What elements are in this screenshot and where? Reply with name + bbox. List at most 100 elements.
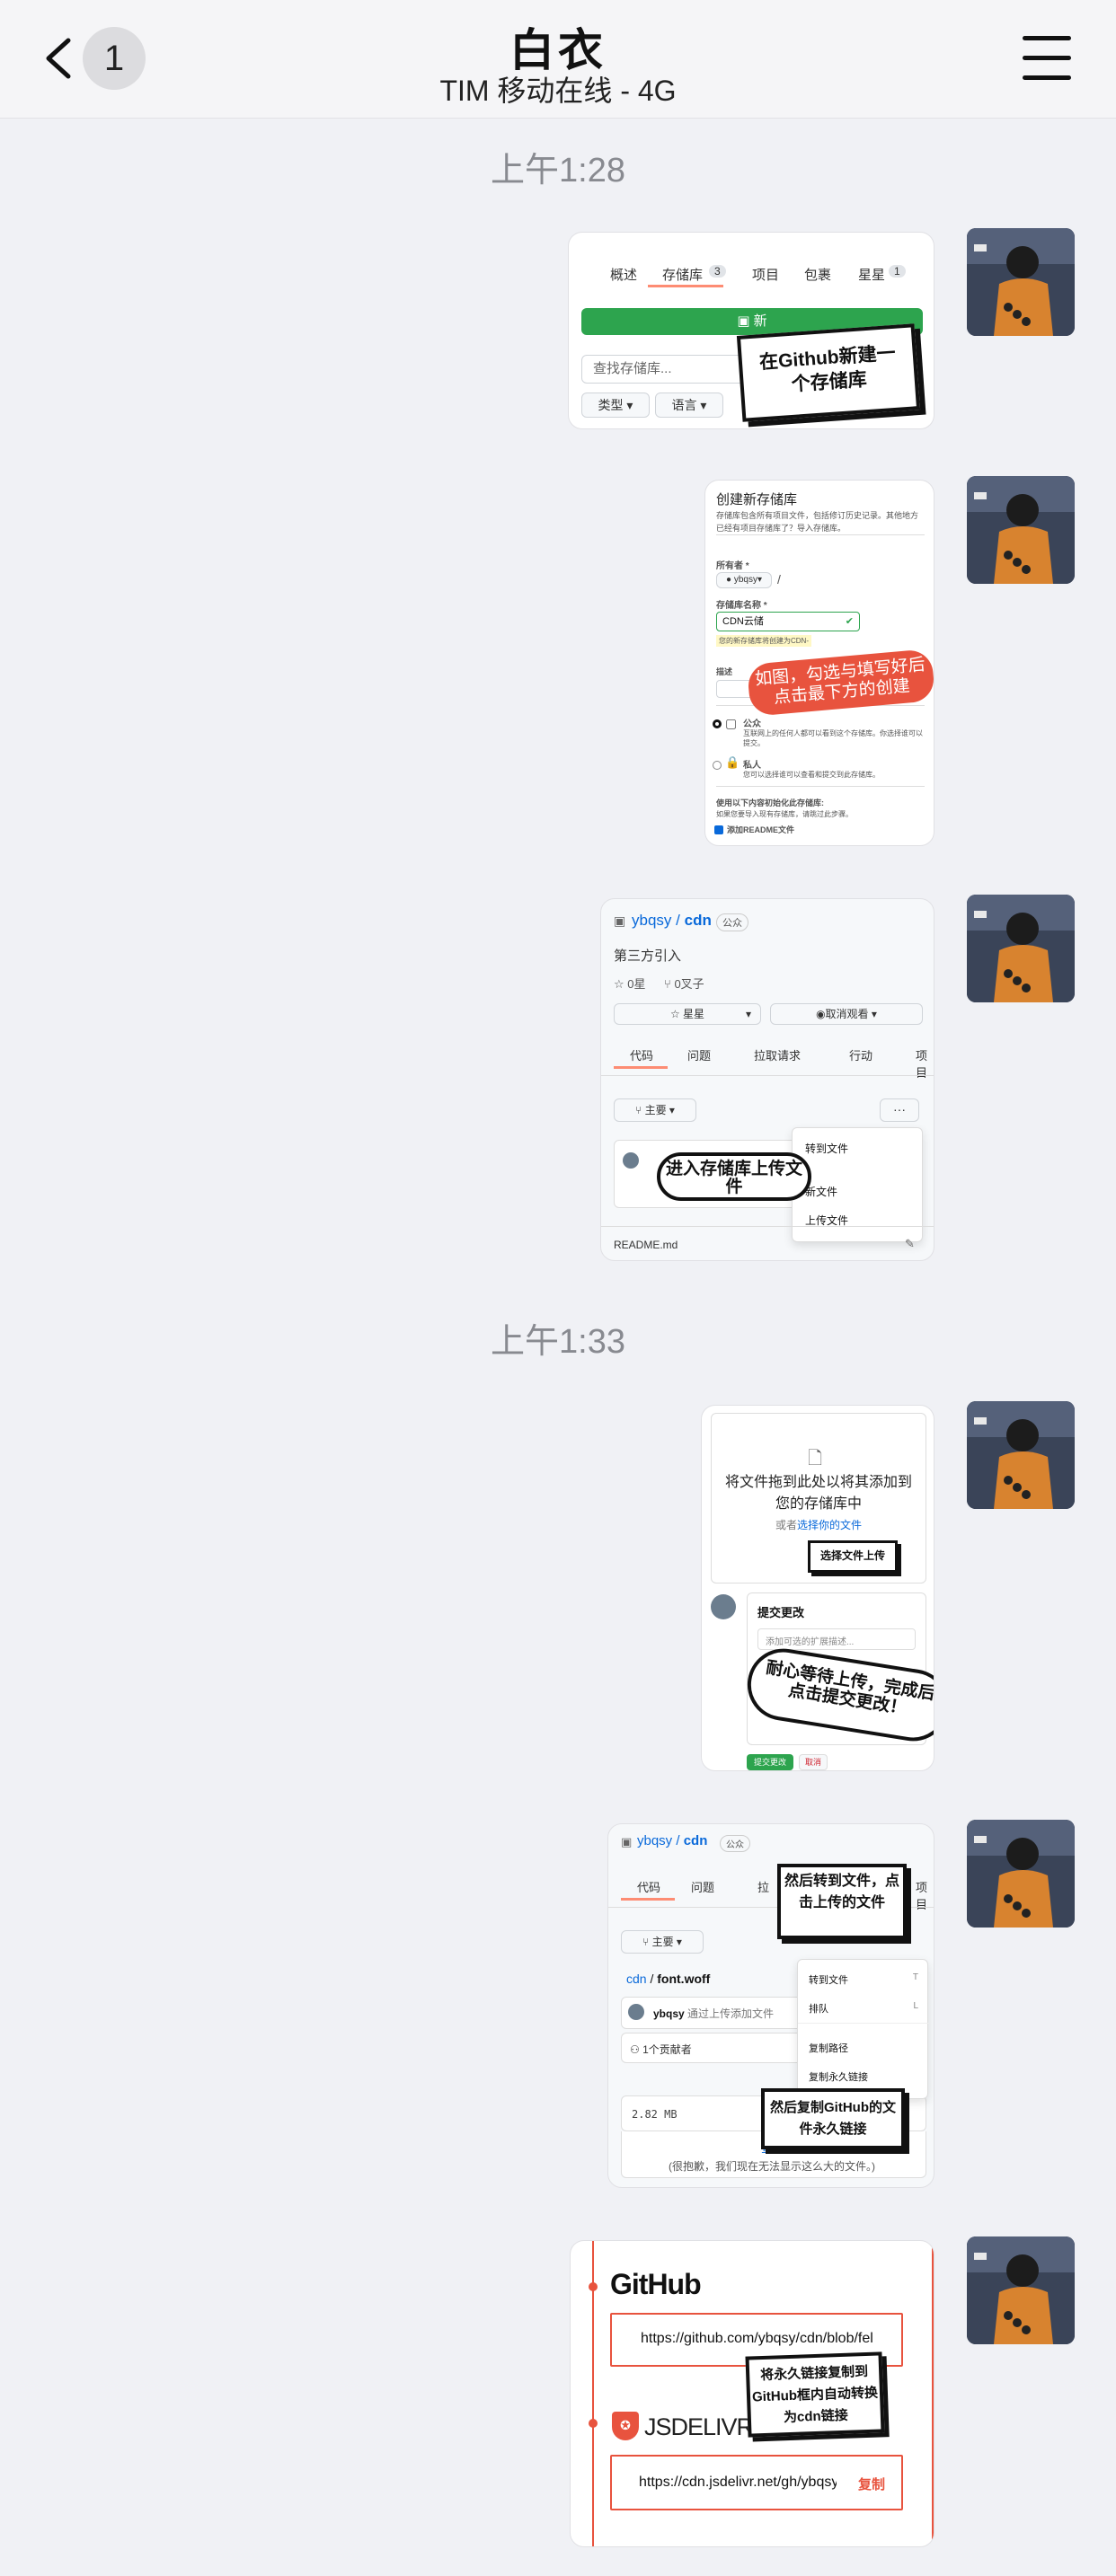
repo-description: 第三方引入 xyxy=(614,948,682,964)
owner-label: 所有者 * xyxy=(716,561,749,571)
fork-icon: ⑂ xyxy=(664,977,671,991)
pencil-icon[interactable]: ✎ xyxy=(905,1237,915,1251)
repo-breadcrumb[interactable]: ybqsy / cdn xyxy=(637,1833,707,1848)
choose-files-line: 或者选择你的文件 xyxy=(725,1517,912,1532)
annotation-label: 进入存储库上传文件 xyxy=(657,1152,811,1201)
readme-filename[interactable]: README.md xyxy=(614,1239,678,1251)
tab-packages[interactable]: 包裹 xyxy=(804,265,831,284)
avatar[interactable] xyxy=(967,228,1075,336)
commit-message: 通过上传添加文件 xyxy=(687,2007,775,2020)
tab-projects[interactable]: 项目 xyxy=(752,265,779,284)
check-icon: ✔ xyxy=(845,616,854,627)
divider xyxy=(798,2023,929,2024)
image-message[interactable]: 创建新存储库 存储库包含所有项目文件，包括修订历史记录。其他地方已经有项目存储库… xyxy=(704,480,934,846)
image-message[interactable]: ▣ ybqsy / cdn 公众 第三方引入 ☆ 0星 ⑂ 0叉子 ☆ 星星 ▾ … xyxy=(600,898,934,1261)
repo-icon: ▣ xyxy=(737,313,754,329)
repo-name[interactable]: cdn xyxy=(685,912,712,929)
choose-files-link[interactable]: 选择你的文件 xyxy=(797,1519,862,1531)
menu-go-to-file[interactable]: 转到文件 xyxy=(805,1141,848,1156)
stars-label: 0星 xyxy=(627,977,646,991)
page-heading: 创建新存储库 xyxy=(716,492,798,507)
avatar[interactable] xyxy=(967,476,1075,584)
visibility-badge: 公众 xyxy=(716,913,748,931)
branch-select[interactable]: ⑂ 主要 ▾ xyxy=(621,1930,704,1954)
branch-select[interactable]: ⑂ 主要 ▾ xyxy=(614,1098,696,1122)
shortcut-key: T xyxy=(912,1972,918,1982)
repo-name[interactable]: cdn xyxy=(684,1833,708,1848)
commit-changes-button[interactable]: 提交更改 xyxy=(747,1754,793,1770)
language-filter[interactable]: 语言 ▾ xyxy=(655,393,723,418)
tab-issues[interactable]: 问题 xyxy=(687,1046,711,1063)
copy-button[interactable]: 复制 xyxy=(858,2475,885,2493)
tab-actions[interactable]: 行动 xyxy=(849,1046,872,1063)
ellipsis-icon[interactable]: ··· xyxy=(880,1098,919,1122)
tab-code[interactable]: 代码 xyxy=(637,1878,660,1895)
drop-text: 将文件拖到此处以将其添加到您的存储库中 xyxy=(725,1475,913,1512)
repo-owner[interactable]: ybqsy xyxy=(637,1833,672,1848)
star-button[interactable]: ☆ 星星 ▾ xyxy=(614,1003,761,1025)
tab-issues[interactable]: 问题 xyxy=(691,1878,714,1895)
avatar[interactable] xyxy=(967,1401,1075,1509)
stars-count[interactable]: ☆ 0星 xyxy=(614,975,646,992)
repo-name-input[interactable]: CDN云储 ✔ xyxy=(716,612,860,631)
divider xyxy=(601,1075,934,1076)
image-message[interactable]: GitHub https://github.com/ybqsy/cdn/blob… xyxy=(570,2240,934,2547)
eye-icon: ◉ xyxy=(816,1008,826,1020)
or-text: 或者 xyxy=(775,1519,797,1531)
image-message[interactable]: 🗋 将文件拖到此处以将其添加到您的存储库中 或者选择你的文件 选择文件上传 提交… xyxy=(701,1405,934,1771)
breadcrumb-file: font.woff xyxy=(657,1972,711,1986)
avatar[interactable] xyxy=(967,895,1075,1002)
cdn-url-input[interactable]: https://cdn.jsdelivr.net/gh/ybqsy xyxy=(639,2475,837,2491)
avatar[interactable] xyxy=(967,2236,1075,2344)
menu-copy-path[interactable]: 复制路径 xyxy=(809,2041,848,2055)
tab-stars[interactable]: 星星 xyxy=(858,265,885,284)
watch-button[interactable]: ◉取消观看 ▾ xyxy=(770,1003,923,1025)
breadcrumb-root[interactable]: cdn xyxy=(626,1972,647,1986)
avatar[interactable] xyxy=(967,1820,1075,1928)
hamburger-menu-icon[interactable] xyxy=(1023,36,1071,81)
repo-owner[interactable]: ybqsy xyxy=(632,912,671,929)
branch-label: 主要 xyxy=(644,1104,667,1116)
github-label: GitHub xyxy=(610,2268,702,2300)
divider xyxy=(601,1226,934,1227)
commit-description-input[interactable]: 添加可选的扩展描述... xyxy=(757,1628,916,1650)
branch-icon: ⑂ xyxy=(635,1104,642,1116)
image-message[interactable]: 概述 存储库 3 项目 包裹 星星 1 ▣ 新 查找存储库... 类型 ▾ 语言… xyxy=(568,232,934,429)
tab-pull-requests[interactable]: 拉 xyxy=(757,1878,769,1895)
committer-avatar xyxy=(623,1152,639,1169)
image-message[interactable]: ▣ ybqsy / cdn 公众 代码 问题 拉 项目 ⑂ 主要 ▾ cdn /… xyxy=(607,1823,934,2188)
tab-repositories[interactable]: 存储库 xyxy=(662,265,703,284)
timeline-dot xyxy=(589,2282,598,2291)
owner-select[interactable]: ● ybqsy▾ xyxy=(716,572,772,588)
contributors[interactable]: ⚇ 1个贡献者 xyxy=(630,2042,692,2057)
tab-overview[interactable]: 概述 xyxy=(610,265,637,284)
branch-icon: ⑂ xyxy=(642,1936,650,1948)
private-radio[interactable] xyxy=(713,761,722,770)
visibility-badge: 公众 xyxy=(720,1835,750,1852)
tab-code[interactable]: 代码 xyxy=(630,1046,653,1063)
cancel-button[interactable]: 取消 xyxy=(799,1754,828,1770)
too-large-message: (很抱歉，我们现在无法显示这么大的文件。) xyxy=(669,2160,875,2173)
repo-name-value: CDN云储 xyxy=(722,616,764,627)
init-label: 使用以下内容初始化此存储库: xyxy=(716,798,824,807)
tab-pull-requests[interactable]: 拉取请求 xyxy=(754,1046,801,1063)
timestamp: 上午1:28 xyxy=(491,152,625,190)
menu-copy-permalink[interactable]: 复制永久链接 xyxy=(809,2069,868,2084)
menu-new-file[interactable]: 新文件 xyxy=(805,1184,837,1199)
repo-breadcrumb[interactable]: ybqsy / cdn xyxy=(632,912,712,930)
public-radio[interactable] xyxy=(713,719,722,728)
repo-icon: ▣ xyxy=(614,913,626,928)
border-accent xyxy=(932,2241,934,2546)
repo-name-label: 存储库名称 * xyxy=(716,601,767,611)
forks-count[interactable]: ⑂ 0叉子 xyxy=(664,975,704,992)
jsdelivr-shield-icon: ✪ xyxy=(612,2412,639,2440)
readme-checkbox[interactable] xyxy=(714,825,723,834)
committer-name[interactable]: ybqsy xyxy=(653,2007,685,2020)
annotation-label: 选择文件上传 xyxy=(808,1540,898,1573)
menu-go-to-file[interactable]: 转到文件 xyxy=(809,1972,848,1987)
heading-description: 存储库包含所有项目文件，包括修订历史记录。其他地方已经有项目存储库了？导入存储库… xyxy=(716,511,919,533)
star-count-badge: 1 xyxy=(889,265,906,278)
menu-jump-to-line[interactable]: 排队 xyxy=(809,2001,828,2016)
type-filter[interactable]: 类型 ▾ xyxy=(581,393,650,418)
divider xyxy=(716,786,925,787)
